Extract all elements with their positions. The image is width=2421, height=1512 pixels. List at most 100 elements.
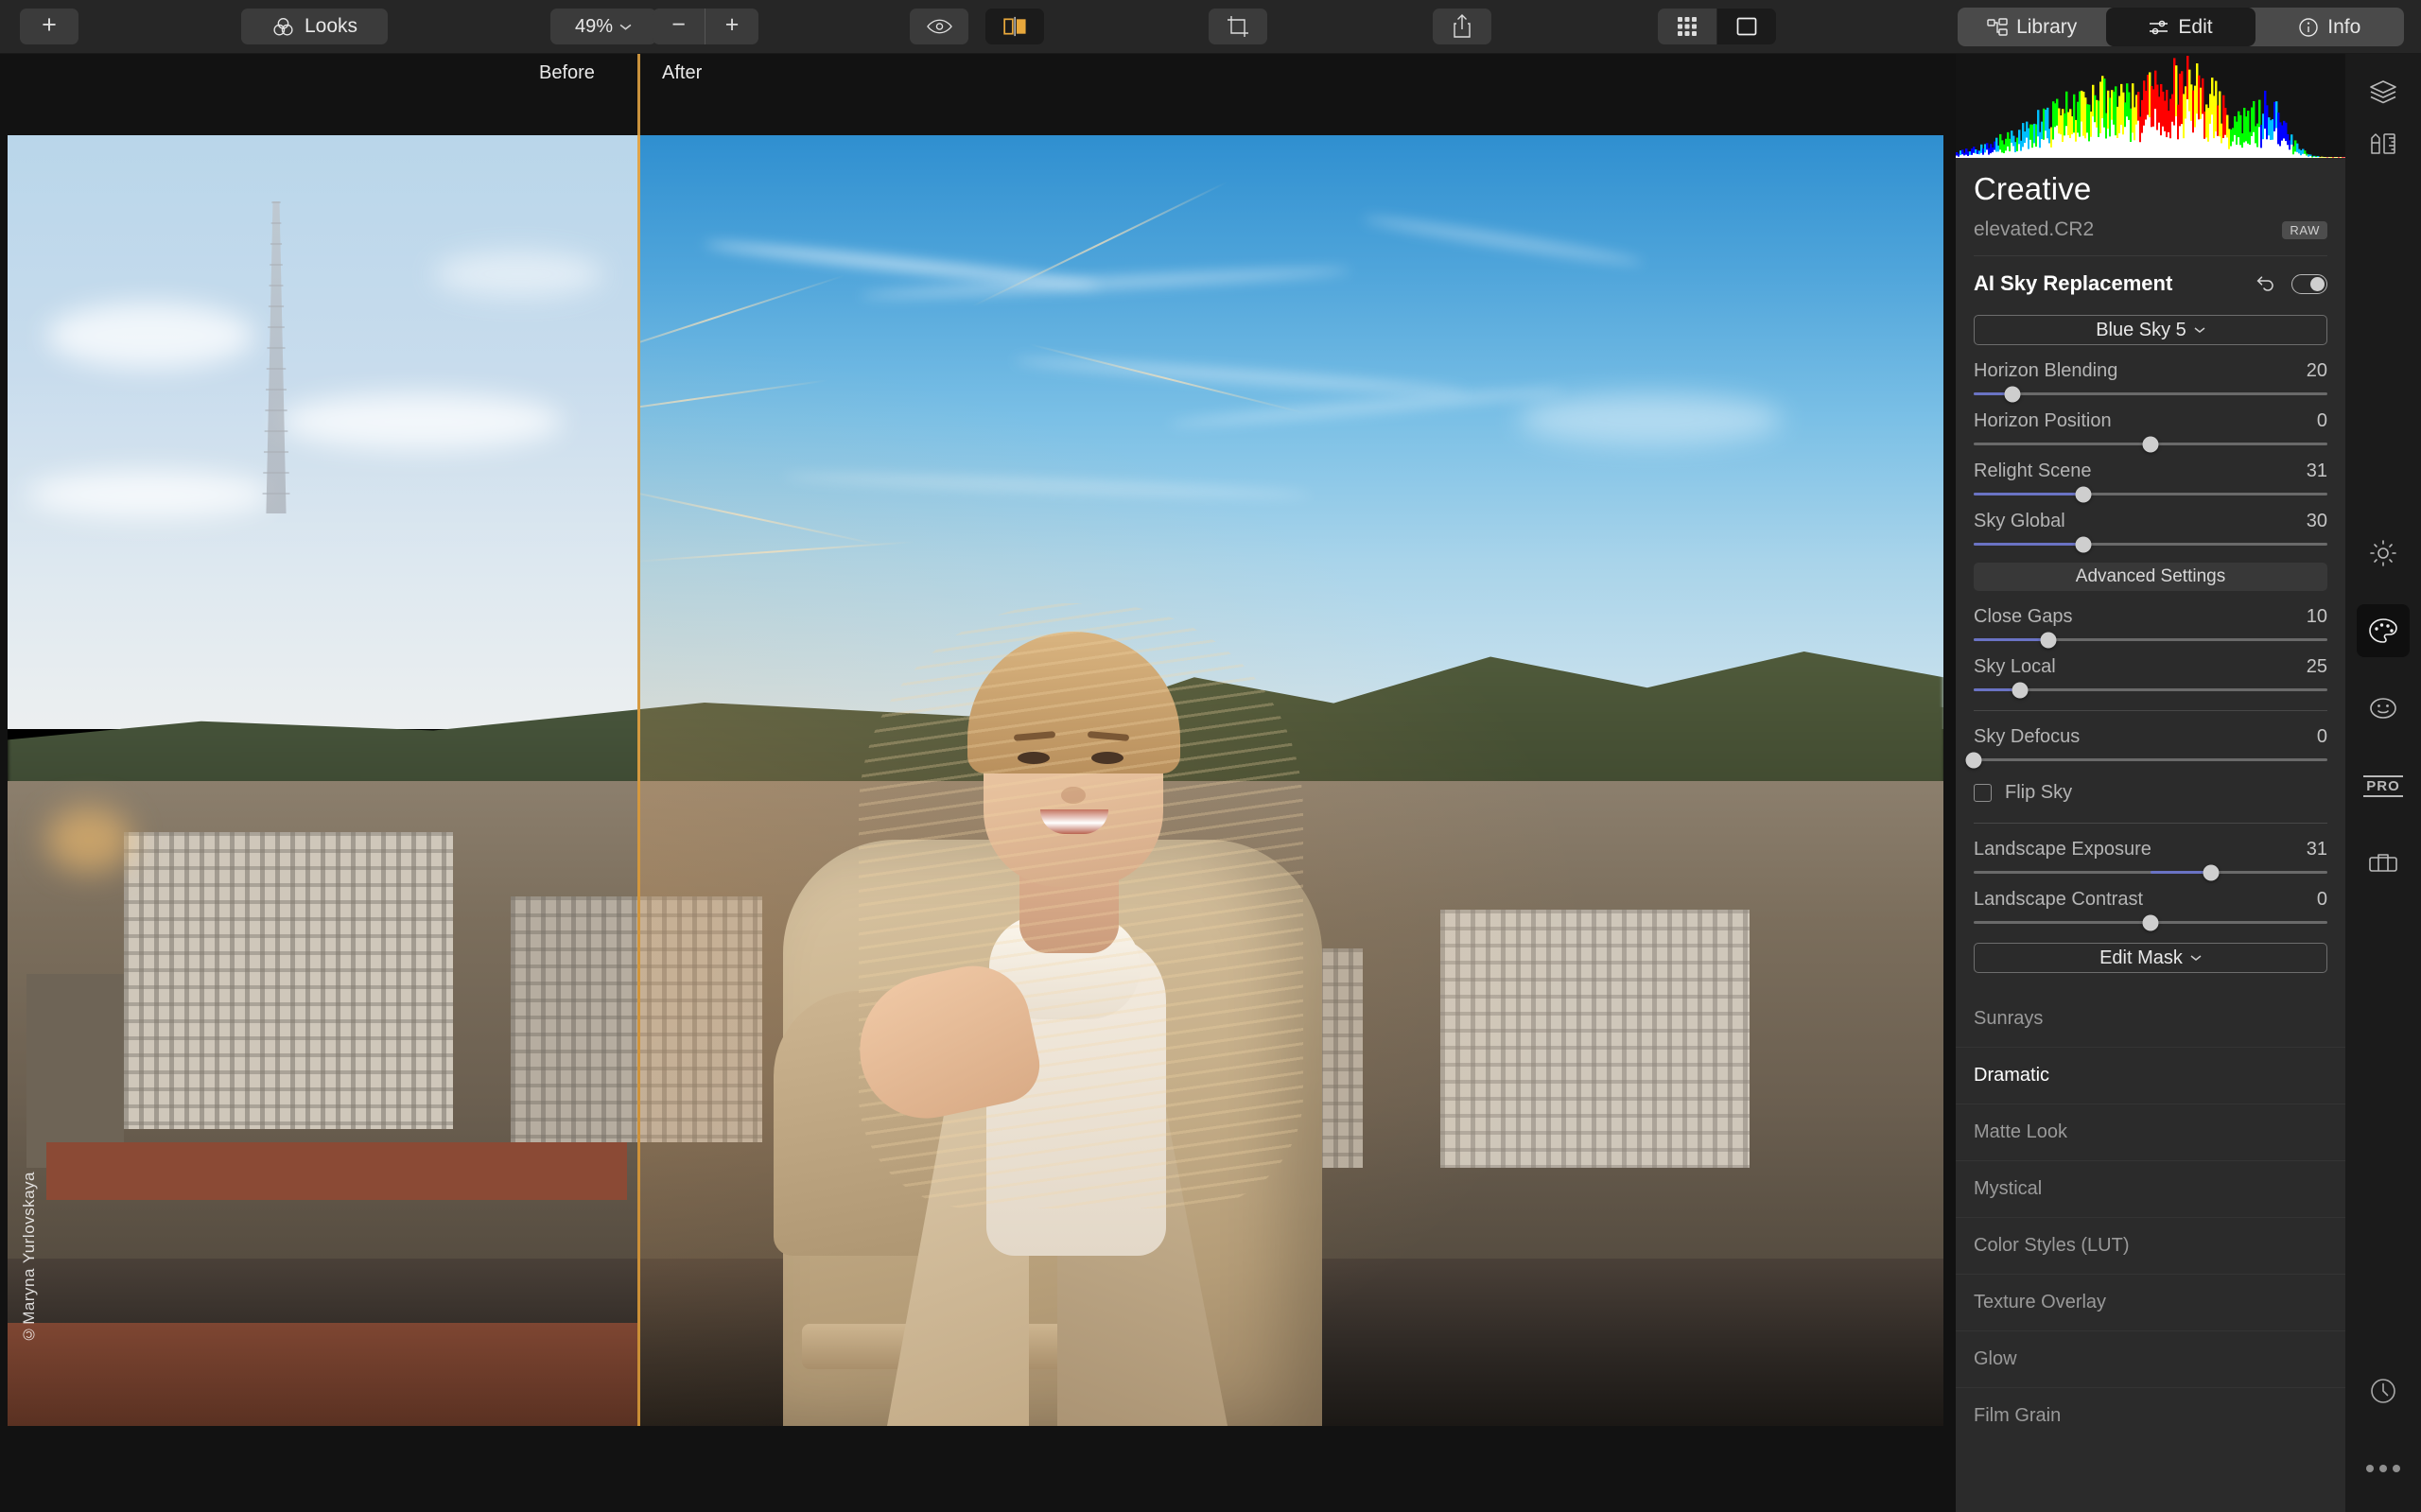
creative-palette-icon[interactable]	[2357, 604, 2410, 657]
chevron-down-icon	[2194, 326, 2205, 334]
after-label: After	[662, 62, 703, 83]
tool-item-label: Texture Overlay	[1974, 1292, 2107, 1312]
advanced-settings-label: Advanced Settings	[2075, 566, 2226, 586]
tool-item-film-grain[interactable]: Film Grain	[1956, 1387, 2345, 1444]
slider-knob[interactable]	[2142, 914, 2159, 930]
layers-icon[interactable]	[2357, 65, 2410, 118]
slider-knob[interactable]	[1965, 752, 1982, 768]
slider-knob[interactable]	[2075, 486, 2092, 502]
zoom-level-dropdown[interactable]: 49%	[550, 9, 656, 44]
slider-knob[interactable]	[2012, 682, 2029, 698]
file-name: elevated.CR2	[1974, 218, 2095, 240]
top-toolbar: + Looks 49% − + Library Edit Info	[0, 0, 2421, 54]
toggle-knob	[2310, 276, 2325, 291]
flip-sky-checkbox[interactable]	[1974, 784, 1992, 802]
slider-track[interactable]	[1974, 632, 2327, 648]
tab-edit-label: Edit	[2178, 15, 2213, 38]
tab-info-label: Info	[2327, 15, 2361, 38]
slider-label: Horizon Blending	[1974, 360, 2118, 381]
slider-group-defocus: Sky Defocus 0	[1965, 726, 2327, 768]
mode-tabs: Library Edit Info	[1958, 8, 2404, 46]
tool-item-matte-look[interactable]: Matte Look	[1956, 1104, 2345, 1160]
slider-label: Landscape Exposure	[1974, 839, 2151, 860]
slider-track[interactable]	[1974, 486, 2327, 502]
divider	[1974, 823, 2327, 824]
slider-knob[interactable]	[2203, 864, 2220, 880]
add-button[interactable]: +	[20, 9, 78, 44]
slider-track[interactable]	[1974, 436, 2327, 452]
photo-image: ©Maryna Yurlovskaya	[8, 135, 1943, 1426]
slider-fill	[2151, 871, 2211, 874]
slider-track[interactable]	[1974, 864, 2327, 880]
more-dots-icon[interactable]	[2357, 1442, 2410, 1495]
compare-divider-handle[interactable]	[637, 54, 640, 135]
undo-reset-icon[interactable]	[2256, 274, 2276, 293]
pro-icon[interactable]: PRO	[2357, 759, 2410, 812]
looks-button[interactable]: Looks	[241, 9, 388, 44]
tab-edit[interactable]: Edit	[2106, 8, 2256, 46]
file-row: elevated.CR2 RAW	[1974, 218, 2327, 241]
edit-mask-label: Edit Mask	[2099, 947, 2183, 968]
tool-item-texture-overlay[interactable]: Texture Overlay	[1956, 1274, 2345, 1330]
flip-sky-label: Flip Sky	[2005, 782, 2073, 803]
tab-info[interactable]: Info	[2256, 8, 2404, 46]
looks-label: Looks	[304, 15, 358, 37]
slider-track[interactable]	[1965, 752, 2327, 768]
slider-label: Landscape Contrast	[1974, 889, 2144, 910]
toolkit-briefcase-icon[interactable]	[2357, 837, 2410, 890]
slider-4: Close Gaps 10	[1974, 606, 2327, 648]
crop-button[interactable]	[1209, 9, 1267, 44]
history-clock-icon[interactable]	[2357, 1364, 2410, 1417]
tool-item-mystical[interactable]: Mystical	[1956, 1160, 2345, 1217]
slider-knob[interactable]	[2040, 632, 2057, 648]
zoom-out-button[interactable]: −	[653, 9, 705, 44]
slider-fill	[1974, 638, 2048, 641]
slider-knob[interactable]	[2142, 436, 2159, 452]
slider-track[interactable]	[1974, 536, 2327, 552]
photo-before-side	[8, 135, 637, 1426]
slider-knob[interactable]	[2075, 536, 2092, 552]
slider-track[interactable]	[1974, 914, 2327, 930]
slider-label: Sky Global	[1974, 511, 2065, 531]
tool-item-sunrays[interactable]: Sunrays	[1956, 990, 2345, 1047]
chevron-down-icon	[2190, 954, 2202, 962]
slider-track[interactable]	[1974, 386, 2327, 402]
split-compare-icon	[1002, 16, 1027, 37]
slider-knob[interactable]	[2004, 386, 2021, 402]
sliders-icon	[2149, 18, 2169, 37]
tools-pen-ruler-icon[interactable]	[2357, 118, 2410, 171]
compare-split-button[interactable]	[985, 9, 1044, 44]
slider-5: Sky Local 25	[1974, 656, 2327, 698]
slider-6: Sky Defocus 0	[1965, 726, 2327, 768]
single-view-icon	[1735, 16, 1758, 37]
slider-track[interactable]	[1974, 682, 2327, 698]
slider-label: Relight Scene	[1974, 461, 2092, 481]
edit-mask-button[interactable]: Edit Mask	[1974, 943, 2327, 973]
minus-icon: −	[671, 11, 686, 38]
zoom-in-button[interactable]: +	[705, 9, 758, 44]
preview-toggle-button[interactable]	[910, 9, 968, 44]
slider-label: Close Gaps	[1974, 606, 2073, 627]
tool-item-color-styles-lut[interactable]: Color Styles (LUT)	[1956, 1217, 2345, 1274]
grid-view-button[interactable]	[1658, 9, 1716, 44]
compare-divider[interactable]	[637, 135, 640, 1426]
grid-view-icon	[1676, 15, 1698, 38]
zoom-level-value: 49%	[574, 15, 614, 37]
single-view-button[interactable]	[1717, 9, 1776, 44]
canvas-area: Before After ©Maryna Yurlovskaya	[0, 54, 1956, 1512]
slider-value: 10	[2306, 606, 2327, 627]
sky-preset-dropdown[interactable]: Blue Sky 5	[1974, 315, 2327, 345]
tool-item-dramatic[interactable]: Dramatic	[1956, 1047, 2345, 1104]
share-export-button[interactable]	[1433, 9, 1491, 44]
library-icon	[1987, 17, 2008, 37]
sky-preset-value: Blue Sky 5	[2096, 319, 2186, 340]
portrait-face-icon[interactable]	[2357, 682, 2410, 735]
section-enable-toggle[interactable]	[2291, 273, 2327, 294]
essentials-sun-icon[interactable]	[2357, 527, 2410, 580]
tool-item-glow[interactable]: Glow	[1956, 1330, 2345, 1387]
advanced-settings-button[interactable]: Advanced Settings	[1974, 563, 2327, 591]
photo-viewport[interactable]: ©Maryna Yurlovskaya	[8, 135, 1943, 1426]
slider-3: Sky Global 30	[1974, 511, 2327, 552]
flip-sky-row[interactable]: Flip Sky	[1974, 782, 2327, 804]
tab-library[interactable]: Library	[1958, 8, 2106, 46]
